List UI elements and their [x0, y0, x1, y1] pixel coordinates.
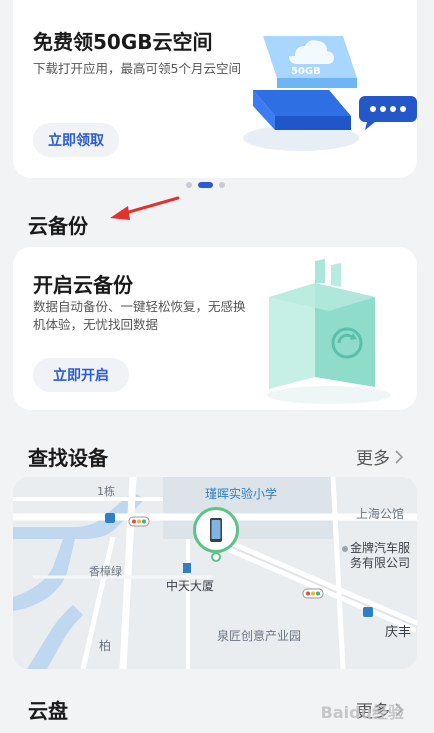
red-arrow-annotation — [110, 196, 180, 220]
claim-button[interactable]: 立即领取 — [33, 123, 119, 157]
find-device-more-link[interactable]: 更多 — [356, 444, 404, 469]
map-label-tower: 中天大厦 — [166, 579, 215, 593]
promo-title: 免费领50GB云空间 — [33, 30, 213, 54]
map-label-building: 1栋 — [97, 485, 115, 498]
device-map[interactable]: 1栋 瑾晖实验小学 上海公馆 金牌汽车服务有限公司 香樟绿 中天大厦 泉匠创意产… — [13, 477, 417, 669]
map-label-road: 庆丰 — [385, 625, 412, 640]
device-location-marker[interactable] — [193, 507, 239, 553]
chevron-right-icon — [395, 449, 404, 464]
map-label-shanghai: 上海公馆 — [356, 507, 405, 521]
phone-icon — [210, 518, 222, 542]
backup-section-title: 云备份 — [28, 214, 88, 238]
carousel-dot — [186, 182, 192, 188]
map-label-road-bo: 柏 — [99, 639, 112, 653]
map-label-industrial-park: 泉匠创意产业园 — [217, 629, 302, 643]
cloud-drive-title: 云盘 — [28, 699, 68, 723]
find-device-more-label: 更多 — [356, 449, 390, 469]
illustration-capacity-label: 50GB — [291, 66, 321, 77]
find-device-title: 查找设备 — [28, 446, 108, 470]
backup-card-title: 开启云备份 — [33, 273, 133, 297]
enable-backup-button[interactable]: 立即开启 — [33, 358, 129, 392]
promo-description: 下载打开应用，最高可领5个月云空间 — [33, 61, 241, 76]
backup-card-description: 数据自动备份、一键轻松恢复，无感换机体验，无忧找回数据 — [33, 299, 246, 332]
carousel-indicator — [186, 182, 225, 188]
promo-card[interactable]: 免费领50GB云空间 下载打开应用，最高可领5个月云空间 立即领取 50GB — [13, 0, 417, 178]
map-label-xiangshu: 香樟绿 — [89, 565, 122, 578]
watermark-text: Baidu经验 — [320, 703, 404, 722]
map-label-school: 瑾晖实验小学 — [205, 487, 278, 501]
map-label-auto-service: 金牌汽车服务有限公司 — [350, 541, 411, 570]
backup-card[interactable]: 开启云备份 数据自动备份、一键轻松恢复，无感换机体验，无忧找回数据 立即开启 — [13, 247, 417, 410]
marker-pin-tail — [211, 552, 221, 562]
cloud-storage-illustration: 50GB — [243, 36, 417, 151]
carousel-dot — [219, 182, 225, 188]
backup-box-illustration — [267, 259, 391, 404]
carousel-dot-active — [198, 182, 213, 188]
